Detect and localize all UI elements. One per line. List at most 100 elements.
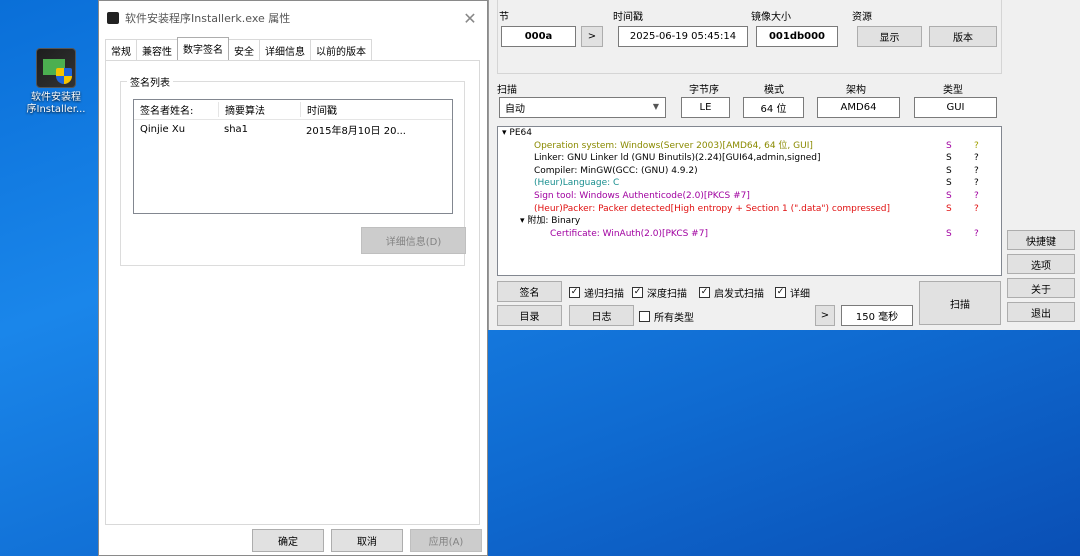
list-header: 签名者姓名: 摘要算法 时间戳 bbox=[134, 100, 452, 120]
dialog-title: 软件安装程序Installerk.exe 属性 bbox=[125, 12, 291, 25]
checkbox-empty bbox=[639, 311, 650, 322]
column-digest[interactable]: 摘要算法 bbox=[218, 102, 300, 117]
directory-button[interactable]: 目录 bbox=[497, 305, 562, 326]
uac-shield-icon bbox=[56, 68, 72, 84]
result-info-button[interactable]: ? bbox=[974, 140, 979, 153]
signature-button[interactable]: 签名 bbox=[497, 281, 562, 302]
options-button[interactable]: 选项 bbox=[1007, 254, 1075, 274]
heuristic-scan-checkbox[interactable]: ✓ 启发式扫描 bbox=[699, 285, 764, 300]
all-types-label: 所有类型 bbox=[654, 313, 694, 324]
scan-label: 扫描 bbox=[497, 85, 517, 96]
recursive-scan-checkbox[interactable]: ✓ 递归扫描 bbox=[569, 285, 624, 300]
signature-list-group: 签名列表 签名者姓名: 摘要算法 时间戳 Qinjie Xu sha1 2015… bbox=[120, 74, 466, 266]
result-row[interactable]: Sign tool: Windows Authenticode(2.0)[PKC… bbox=[498, 190, 1001, 203]
result-s-button[interactable]: S bbox=[946, 152, 952, 165]
result-row[interactable]: Linker: GNU Linker ld (GNU Binutils)(2.2… bbox=[498, 152, 1001, 165]
section-field[interactable]: 000a bbox=[501, 26, 576, 47]
dialog-titlebar[interactable]: 软件安装程序Installerk.exe 属性 ✕ bbox=[99, 1, 487, 35]
section-label: 节 bbox=[499, 12, 509, 23]
result-info-button[interactable]: ? bbox=[974, 165, 979, 178]
cell-digest: sha1 bbox=[224, 123, 249, 135]
scan-mode-select[interactable]: 自动 ▼ bbox=[499, 97, 666, 118]
mode-label: 模式 bbox=[764, 85, 784, 96]
result-text: (Heur)Language: C bbox=[534, 178, 620, 189]
result-text: Operation system: Windows(Server 2003)[A… bbox=[534, 140, 813, 151]
check-icon: ✓ bbox=[632, 287, 643, 298]
resources-label: 资源 bbox=[852, 12, 872, 23]
overlay-label: 附加: Binary bbox=[527, 216, 581, 227]
all-types-checkbox[interactable]: 所有类型 bbox=[639, 309, 694, 324]
result-s-button[interactable]: S bbox=[946, 177, 952, 190]
check-icon: ✓ bbox=[775, 287, 786, 298]
check-icon: ✓ bbox=[699, 287, 710, 298]
details-button[interactable]: 详细信息(D) bbox=[361, 227, 466, 254]
cancel-button[interactable]: 取消 bbox=[331, 529, 403, 552]
result-text: Sign tool: Windows Authenticode(2.0)[PKC… bbox=[534, 190, 750, 201]
result-s-button[interactable]: S bbox=[946, 165, 952, 178]
result-row[interactable]: Operation system: Windows(Server 2003)[A… bbox=[498, 140, 1001, 153]
type-field[interactable]: GUI bbox=[914, 97, 997, 118]
signature-row[interactable]: Qinjie Xu sha1 2015年8月10日 20... bbox=[134, 120, 452, 138]
result-info-button[interactable]: ? bbox=[974, 177, 979, 190]
result-text: Compiler: MinGW(GCC: (GNU) 4.9.2) bbox=[534, 165, 698, 176]
result-s-button[interactable]: S bbox=[946, 203, 952, 216]
version-button[interactable]: 版本 bbox=[929, 26, 997, 47]
recursive-scan-label: 递归扫描 bbox=[584, 289, 624, 300]
desktop-icon-label-line2: 序Installer... bbox=[26, 104, 86, 115]
result-s-button[interactable]: S bbox=[946, 140, 952, 153]
tab-digital-signatures[interactable]: 数字签名 bbox=[177, 37, 229, 61]
show-resources-button[interactable]: 显示 bbox=[857, 26, 922, 47]
result-s-button[interactable]: S bbox=[946, 228, 952, 241]
time-nav-button[interactable]: > bbox=[815, 305, 835, 326]
result-info-button[interactable]: ? bbox=[974, 152, 979, 165]
signature-list[interactable]: 签名者姓名: 摘要算法 时间戳 Qinjie Xu sha1 2015年8月10… bbox=[133, 99, 453, 214]
about-button[interactable]: 关于 bbox=[1007, 278, 1075, 298]
column-signer[interactable]: 签名者姓名: bbox=[134, 102, 218, 117]
verbose-checkbox[interactable]: ✓ 详细 bbox=[775, 285, 810, 300]
log-button[interactable]: 日志 bbox=[569, 305, 634, 326]
result-row[interactable]: Certificate: WinAuth(2.0)[PKCS #7] S ? bbox=[498, 228, 1001, 241]
verbose-label: 详细 bbox=[790, 289, 810, 300]
column-timestamp[interactable]: 时间戳 bbox=[300, 102, 452, 117]
image-size-field[interactable]: 001db000 bbox=[756, 26, 838, 47]
result-info-button[interactable]: ? bbox=[974, 228, 979, 241]
result-row[interactable]: Compiler: MinGW(GCC: (GNU) 4.9.2) S ? bbox=[498, 165, 1001, 178]
tree-root-label: PE64 bbox=[509, 128, 532, 138]
installer-app-icon bbox=[36, 48, 76, 88]
arch-field[interactable]: AMD64 bbox=[817, 97, 900, 118]
desktop-icon-label-line1: 软件安装程 bbox=[31, 92, 81, 103]
cell-timestamp: 2015年8月10日 20... bbox=[306, 125, 406, 137]
close-icon[interactable]: ✕ bbox=[453, 9, 487, 28]
app-icon bbox=[107, 12, 119, 24]
mode-field[interactable]: 64 位 bbox=[743, 97, 804, 118]
result-text: Linker: GNU Linker ld (GNU Binutils)(2.2… bbox=[534, 153, 821, 164]
chevron-down-icon: ▼ bbox=[652, 102, 659, 111]
cell-signer: Qinjie Xu bbox=[140, 123, 186, 135]
deep-scan-label: 深度扫描 bbox=[647, 289, 687, 300]
shortcuts-button[interactable]: 快捷键 bbox=[1007, 230, 1075, 250]
result-row[interactable]: (Heur)Language: C S ? bbox=[498, 177, 1001, 190]
image-size-label: 镜像大小 bbox=[751, 12, 791, 23]
exit-button[interactable]: 退出 bbox=[1007, 302, 1075, 322]
results-tree[interactable]: ▾ PE64 Operation system: Windows(Server … bbox=[497, 126, 1002, 276]
check-icon: ✓ bbox=[569, 287, 580, 298]
tree-node-root[interactable]: ▾ PE64 bbox=[498, 127, 1001, 140]
timestamp-field[interactable]: 2025-06-19 05:45:14 bbox=[618, 26, 748, 47]
section-next-button[interactable]: > bbox=[581, 26, 603, 47]
result-info-button[interactable]: ? bbox=[974, 203, 979, 216]
heuristic-scan-label: 启发式扫描 bbox=[714, 289, 764, 300]
result-row[interactable]: (Heur)Packer: Packer detected[High entro… bbox=[498, 203, 1001, 216]
deep-scan-checkbox[interactable]: ✓ 深度扫描 bbox=[632, 285, 687, 300]
type-label: 类型 bbox=[943, 85, 963, 96]
desktop-icon-installer[interactable]: 软件安装程 序Installer... bbox=[18, 48, 94, 116]
scan-mode-value: 自动 bbox=[505, 104, 525, 115]
result-text: (Heur)Packer: Packer detected[High entro… bbox=[534, 203, 891, 214]
result-s-button[interactable]: S bbox=[946, 190, 952, 203]
apply-button[interactable]: 应用(A) bbox=[410, 529, 482, 552]
scan-button[interactable]: 扫描 bbox=[919, 281, 1001, 325]
endian-field[interactable]: LE bbox=[681, 97, 730, 118]
ok-button[interactable]: 确定 bbox=[252, 529, 324, 552]
arch-label: 架构 bbox=[846, 85, 866, 96]
result-info-button[interactable]: ? bbox=[974, 190, 979, 203]
tree-node-overlay[interactable]: ▾ 附加: Binary bbox=[498, 215, 1001, 228]
